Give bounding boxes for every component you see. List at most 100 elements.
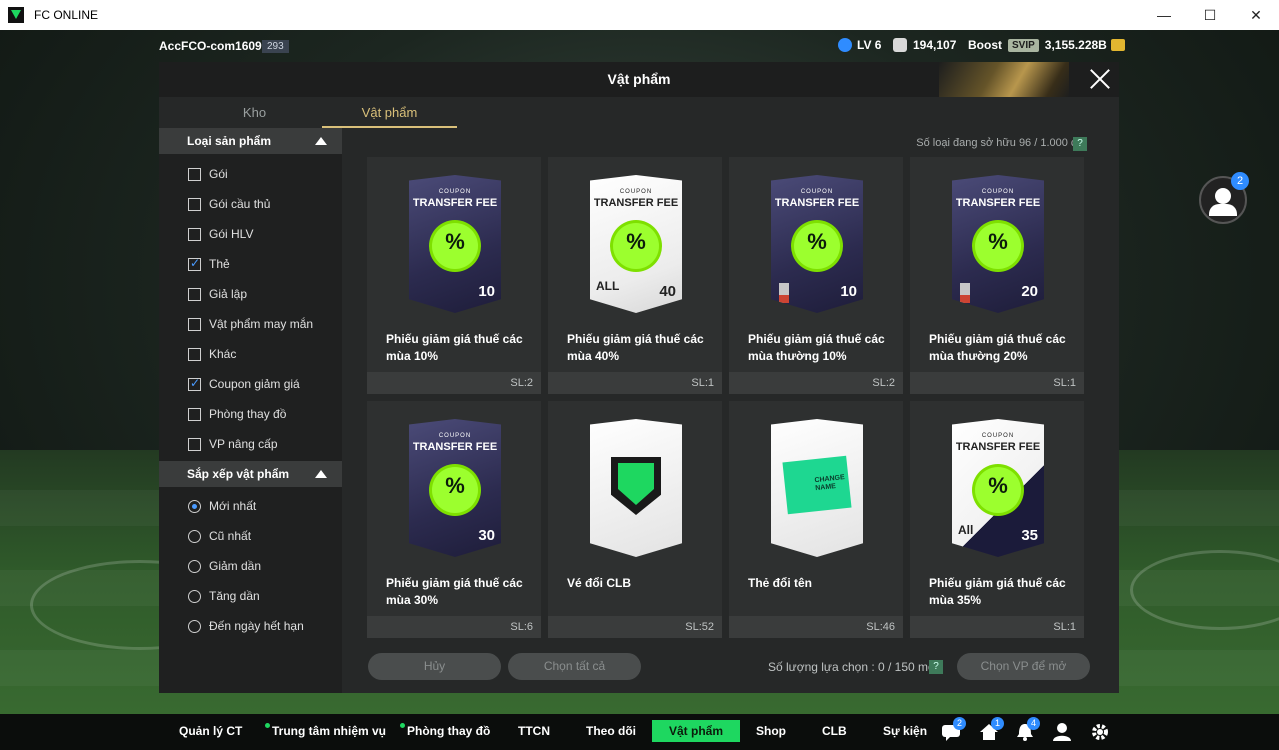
maximize-button[interactable]: ☐ [1187,0,1233,30]
checkbox[interactable] [188,347,201,361]
chat-nav-icon[interactable]: 2 [941,717,966,742]
product-type-option[interactable]: Coupon giảm giá [188,376,300,392]
checkbox[interactable] [188,407,201,421]
sort-header[interactable]: Sắp xếp vật phẩm [159,461,342,487]
home-nav-icon[interactable]: 1 [979,717,1004,742]
item-card[interactable]: COUPON TRANSFER FEE% ALL 40 Phiếu giảm giá t… [548,157,722,394]
item-card[interactable]: Vé đổi CLB SL:52 [548,401,722,638]
checkbox[interactable] [188,287,201,301]
minimize-button[interactable]: — [1141,0,1187,30]
discount-percent: 10 [840,283,857,300]
checkbox[interactable] [188,167,201,181]
percent-badge-icon: % [432,223,478,269]
boost-display[interactable]: Boost SVIP 3,155.228B [968,38,1125,52]
radio-button[interactable] [188,499,201,513]
radio-button[interactable] [188,529,201,543]
radio-button[interactable] [188,589,201,603]
checkbox[interactable] [188,317,201,331]
coupon-top-label: COUPON [619,189,653,195]
product-type-option[interactable]: Gói cầu thủ [188,196,270,212]
friends-chat-button[interactable]: 2 [1199,172,1249,224]
percent-symbol: % [988,473,1008,498]
nav-trung-tam-nhiem-vu[interactable]: Trung tâm nhiệm vụ [272,724,386,738]
item-card[interactable]: COUPON TRANSFER FEE% 10 Phiếu giảm giá thuế… [367,157,541,394]
help-icon[interactable]: ? [929,660,943,674]
sort-option[interactable]: Cũ nhất [188,528,251,544]
item-name: Phiếu giảm giá thuế các mùa thường 10% [748,332,885,363]
product-type-option[interactable]: Vật phẩm may mắn [188,316,313,332]
coupon-title: TRANSFER FEE [593,197,679,209]
nav-theo-doi[interactable]: Theo dõi [586,724,636,738]
nav-vat-pham[interactable]: Vật phẩm [652,720,741,742]
checkbox[interactable] [188,376,201,391]
item-card[interactable]: COUPON TRANSFER FEE% 10 Phiếu giảm giá thuế… [729,157,903,394]
option-label: Gói HLV [209,227,254,241]
bell-nav-icon[interactable]: 4 [1015,717,1040,742]
collapse-triangle-icon[interactable] [315,470,327,478]
discount-percent: 35 [1021,527,1038,544]
nav-phong-thay-do[interactable]: Phòng thay đồ [407,724,490,738]
collapse-triangle-icon[interactable] [315,137,327,145]
close-window-button[interactable]: ✕ [1233,0,1279,30]
item-card[interactable]: COUPON TRANSFER FEE% 30 Phiếu giảm giá thuế… [367,401,541,638]
checkbox[interactable] [188,197,201,211]
checkbox[interactable] [188,437,201,451]
coupon-title: TRANSFER FEE [412,441,498,453]
radio-button[interactable] [188,559,201,573]
cancel-button[interactable]: Hủy [368,653,501,680]
nav-ttcn[interactable]: TTCN [518,724,550,738]
product-type-option[interactable]: Gói HLV [188,226,253,242]
level-text: LV 6 [857,38,882,52]
pitch-arc [1130,550,1279,630]
select-all-button[interactable]: Chọn tất cả [508,653,641,680]
restriction-icon [960,283,970,303]
sort-option[interactable]: Mới nhất [188,498,256,514]
nav-shop[interactable]: Shop [756,724,786,738]
option-label: Giả lập [209,287,248,301]
product-type-option[interactable]: VP nâng cấp [188,436,278,452]
option-label: Thẻ [209,257,230,271]
percent-symbol: % [988,229,1008,254]
percent-badge-icon: % [432,467,478,513]
option-label: Gói [209,167,228,181]
item-card[interactable]: COUPON TRANSFER FEE% 20 Phiếu giảm giá thuế… [910,157,1084,394]
product-type-header[interactable]: Loại sản phẩm [159,128,342,154]
sort-title: Sắp xếp vật phẩm [187,467,290,481]
product-type-option[interactable]: Khác [188,346,236,362]
product-type-option[interactable]: Gói [188,166,228,182]
boost-label: Boost [968,38,1002,52]
profile-nav-icon[interactable] [1052,722,1072,742]
option-label: Cũ nhất [209,529,252,543]
coupon-top-label: COUPON [438,433,472,439]
radio-button[interactable] [188,619,201,633]
item-card[interactable]: CHANGE NAME Thẻ đổi tên SL:46 [729,401,903,638]
nav-quan-ly-ct[interactable]: Quản lý CT [179,724,242,738]
product-type-option[interactable]: Phòng thay đồ [188,406,286,422]
item-quantity: SL:1 [548,372,722,394]
nav-su-kien[interactable]: Sự kiện [883,724,927,738]
top-header: AccFCO-com1609g 293 LV 6 194,107 Boost S… [0,30,1279,62]
tab-vat-pham[interactable]: Vật phẩm [322,97,457,128]
settings-nav-icon[interactable] [1090,722,1110,742]
checkbox[interactable] [188,256,201,271]
option-label: Khác [209,347,237,361]
club-shield-icon [611,457,661,515]
account-name[interactable]: AccFCO-com1609g [159,39,269,53]
item-quantity: SL:52 [548,616,722,638]
item-quantity: SL:6 [367,616,541,638]
checkbox[interactable] [188,227,201,241]
product-type-option[interactable]: Thẻ [188,256,230,272]
sort-option[interactable]: Tăng dần [188,588,260,604]
sort-option[interactable]: Đến ngày hết hạn [188,618,304,634]
level-display: LV 6 [838,38,881,52]
sort-option[interactable]: Giảm dần [188,558,261,574]
product-type-option[interactable]: Giả lập [188,286,247,302]
percent-badge-icon: % [794,223,840,269]
close-icon[interactable] [1087,66,1113,92]
item-card[interactable]: COUPON TRANSFER FEE% All 35 Phiếu giảm giá t… [910,401,1084,638]
help-icon[interactable]: ? [1073,137,1087,151]
tab-kho[interactable]: Kho [187,97,322,128]
open-item-button[interactable]: Chọn VP để mở [957,653,1090,680]
nav-clb[interactable]: CLB [822,724,847,738]
percent-symbol: % [445,229,465,254]
